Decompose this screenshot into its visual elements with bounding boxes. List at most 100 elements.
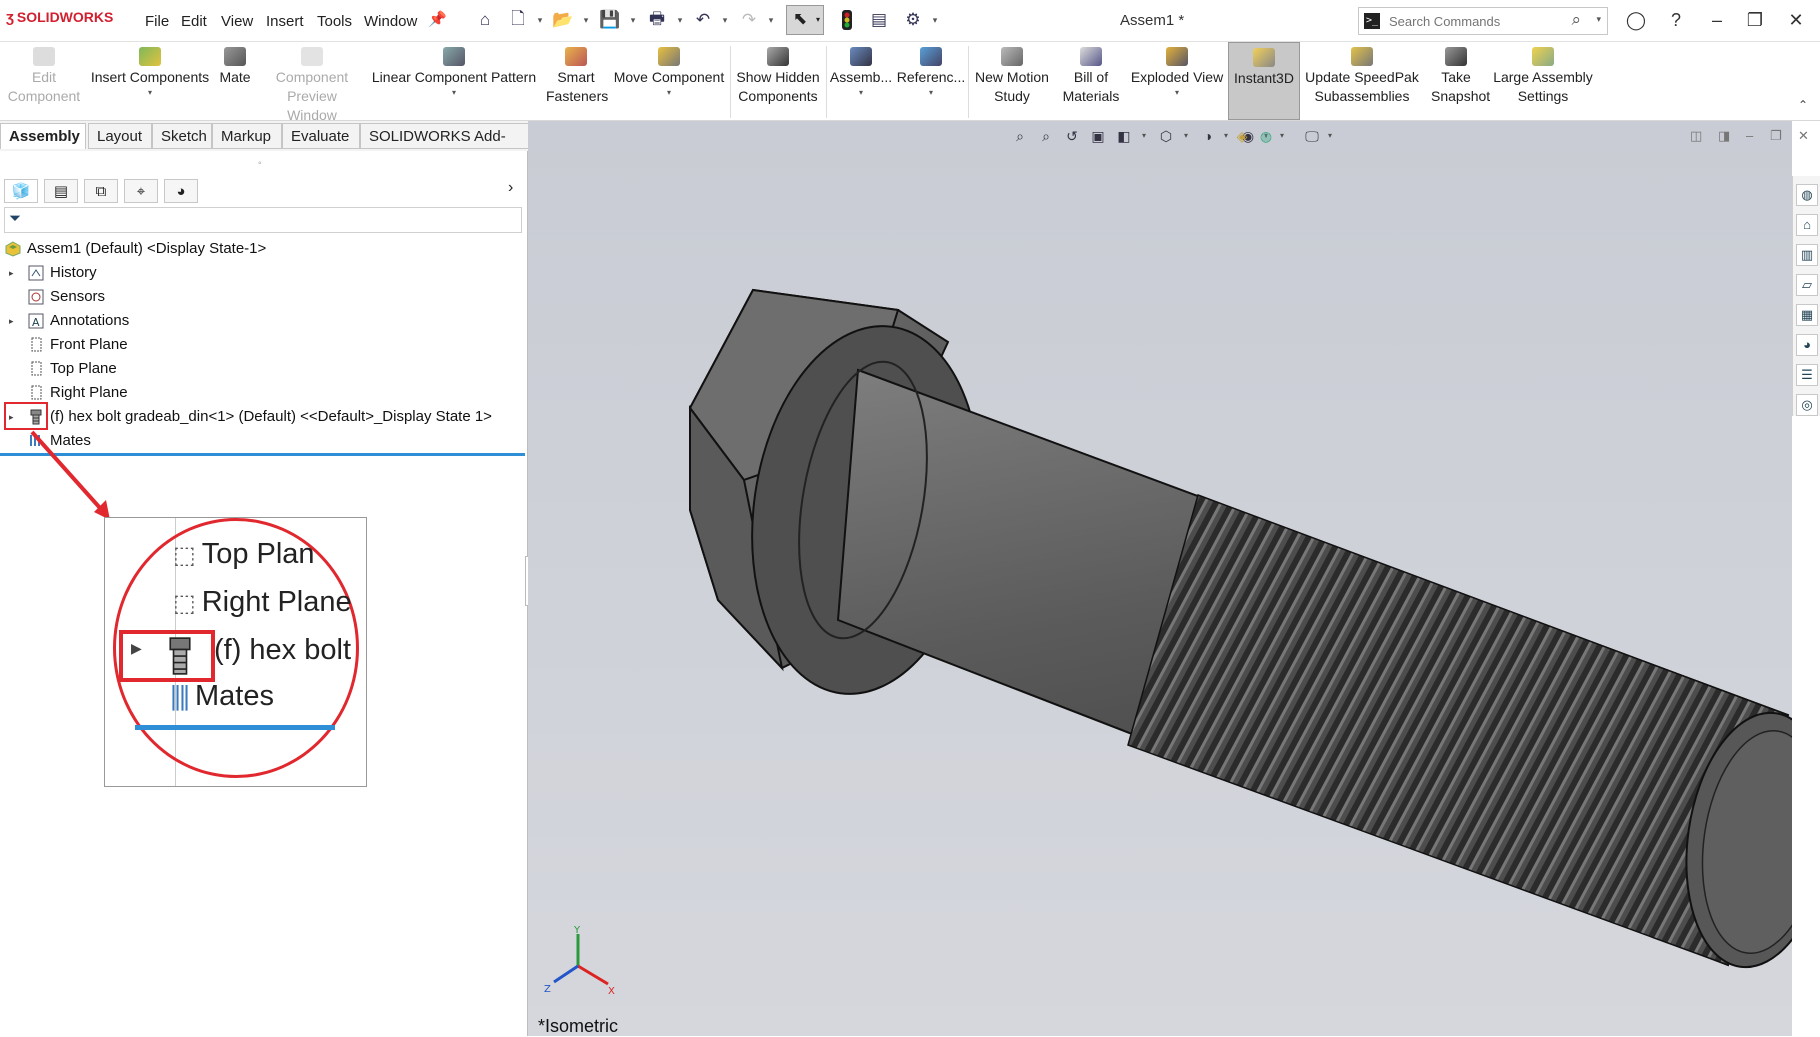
move-component-button[interactable]: Move Component ▾: [610, 42, 728, 120]
hex-bolt-model[interactable]: [528, 150, 1792, 1010]
save-icon[interactable]: 💾: [599, 9, 621, 31]
select-button[interactable]: ⬉ ▾: [786, 5, 824, 35]
undo-icon[interactable]: ↶: [692, 9, 714, 31]
search-icon[interactable]: ⌕: [1571, 10, 1581, 30]
section-view-icon[interactable]: ▣: [1088, 126, 1108, 146]
apply-scene-icon[interactable]: ◍: [1256, 126, 1276, 146]
design-library-icon[interactable]: ▥: [1796, 244, 1818, 266]
custom-properties-icon[interactable]: ☰: [1796, 364, 1818, 386]
viewport-split-icon[interactable]: ◫: [1690, 128, 1702, 144]
large-assembly-icon: [1532, 47, 1554, 66]
chevron-down-icon[interactable]: ▾: [828, 89, 894, 97]
user-account-icon[interactable]: ◯: [1622, 8, 1650, 32]
move-component-icon: [658, 47, 680, 66]
triad-y-label: Y: [573, 926, 581, 936]
large-assembly-settings-button[interactable]: Large Assembly Settings: [1490, 42, 1596, 120]
reference-geometry-icon: [920, 47, 942, 66]
triad-z-label: Z: [544, 984, 551, 995]
callout-item-right-plane: ⬚ Right Plane: [173, 586, 352, 618]
zoom-to-area-icon[interactable]: ⌕: [1036, 126, 1056, 146]
new-motion-study-button[interactable]: New Motion Study: [970, 42, 1054, 120]
instant3d-button[interactable]: Instant3D: [1228, 42, 1300, 120]
view-settings-icon[interactable]: 🖵: [1302, 126, 1322, 146]
chevron-down-icon[interactable]: ▾: [628, 9, 638, 31]
search-commands-box[interactable]: >_ ⌕ ▾: [1358, 7, 1608, 35]
options-gear-icon[interactable]: ⚙: [902, 9, 924, 31]
chevron-down-icon[interactable]: ▾: [930, 9, 940, 31]
smart-fasteners-icon: [565, 47, 587, 66]
reference-geometry-button[interactable]: Referenc... ▾: [896, 42, 966, 120]
view-orientation-label: *Isometric: [538, 1016, 619, 1036]
previous-view-icon[interactable]: ↺: [1062, 126, 1082, 146]
command-prompt-icon: >_: [1364, 13, 1380, 29]
appearances-icon[interactable]: ◕: [1796, 334, 1818, 356]
instant3d-icon: [1253, 48, 1275, 67]
snapshot-icon: [1445, 47, 1467, 66]
viewport-restore-icon[interactable]: ❐: [1770, 128, 1782, 144]
file-explorer-icon[interactable]: ▱: [1796, 274, 1818, 296]
motion-study-icon: [1001, 47, 1023, 66]
search-input[interactable]: [1387, 10, 1561, 32]
chevron-down-icon[interactable]: ▾: [675, 9, 685, 31]
file-properties-icon[interactable]: ▤: [868, 9, 890, 31]
show-hidden-components-button[interactable]: Show Hidden Components: [732, 42, 824, 120]
expand-arrow-icon: ▶: [131, 640, 142, 656]
cursor-arrow-icon: ⬉: [793, 9, 808, 28]
chevron-down-icon[interactable]: ▾: [1128, 89, 1226, 97]
chevron-down-icon[interactable]: ▾: [896, 89, 966, 97]
plane-icon: ⬚: [173, 590, 196, 617]
toolbar-separator: [968, 46, 969, 118]
callout-item-mates: ∥∥ Mates: [169, 680, 274, 712]
minimize-icon[interactable]: –: [1703, 8, 1731, 32]
dynamic-annotation-icon[interactable]: ◧: [1114, 126, 1134, 146]
chevron-down-icon[interactable]: ▾: [535, 9, 545, 31]
exploded-view-icon: [1166, 47, 1188, 66]
viewport-close-icon[interactable]: ✕: [1798, 128, 1809, 144]
chevron-down-icon[interactable]: ▾: [581, 9, 591, 31]
rebuild-traffic-light-icon[interactable]: [836, 9, 858, 31]
viewport-minimize-icon[interactable]: –: [1746, 128, 1753, 143]
restore-icon[interactable]: ❐: [1741, 8, 1769, 32]
chevron-down-icon[interactable]: ▾: [1596, 14, 1601, 25]
chevron-down-icon: ▾: [815, 15, 820, 24]
callout-item-top-plane: ⬚ Top Plan: [173, 538, 315, 570]
chevron-down-icon[interactable]: ▾: [610, 89, 728, 97]
triad-x-label: X: [608, 986, 615, 997]
print-icon[interactable]: 🖶: [646, 9, 668, 31]
redo-icon[interactable]: ↷: [738, 9, 760, 31]
callout-arrow: [30, 430, 110, 520]
view-palette-icon[interactable]: ▦: [1796, 304, 1818, 326]
callout-item-hex-bolt: (f) hex bolt: [214, 634, 351, 666]
open-folder-icon[interactable]: 📂: [552, 9, 574, 31]
bom-icon: [1080, 47, 1102, 66]
close-icon[interactable]: ✕: [1782, 8, 1810, 32]
edit-appearance-icon[interactable]: ◈: [1232, 126, 1252, 146]
help-icon[interactable]: ?: [1662, 8, 1690, 32]
chevron-down-icon[interactable]: ▾: [1182, 126, 1190, 146]
bill-of-materials-button[interactable]: Bill of Materials: [1056, 42, 1126, 120]
bolt-part-icon: [169, 637, 191, 675]
chevron-down-icon[interactable]: ▾: [1140, 126, 1148, 146]
solidworks-resources-icon[interactable]: ◍: [1796, 184, 1818, 206]
take-snapshot-button[interactable]: Take Snapshot: [1424, 42, 1490, 120]
display-style-icon[interactable]: ◑: [1198, 126, 1218, 146]
view-toolbar-extra: ◈ ◍ ▾ 🖵 ▾: [1232, 126, 1402, 148]
exploded-view-button[interactable]: Exploded View ▾: [1128, 42, 1226, 120]
smart-fasteners-button[interactable]: Smart Fasteners: [542, 42, 610, 120]
update-speedpak-button[interactable]: Update SpeedPak Subassemblies: [1302, 42, 1422, 120]
solidworks-forum-icon[interactable]: ◎: [1796, 394, 1818, 416]
chevron-down-icon[interactable]: ▾: [1278, 126, 1286, 146]
collapse-ribbon-icon[interactable]: ⌃: [1798, 98, 1808, 112]
view-orientation-icon[interactable]: ⬡: [1156, 126, 1176, 146]
assembly-features-button[interactable]: Assemb... ▾: [828, 42, 894, 120]
chevron-down-icon[interactable]: ▾: [1326, 126, 1334, 146]
zoom-callout: ⬚ Top Plan ⬚ Right Plane ▶ (f) hex bolt ∥∥…: [104, 517, 367, 787]
chevron-down-icon[interactable]: ▾: [720, 9, 730, 31]
chevron-down-icon[interactable]: ▾: [1222, 126, 1230, 146]
callout-rollback-bar: [135, 725, 335, 730]
chevron-down-icon[interactable]: ▾: [766, 9, 776, 31]
zoom-to-fit-icon[interactable]: ⌕: [1010, 126, 1030, 146]
home-icon[interactable]: ⌂: [1796, 214, 1818, 236]
viewport-tile-icon[interactable]: ◨: [1718, 128, 1730, 144]
plane-icon: ⬚: [173, 542, 196, 569]
